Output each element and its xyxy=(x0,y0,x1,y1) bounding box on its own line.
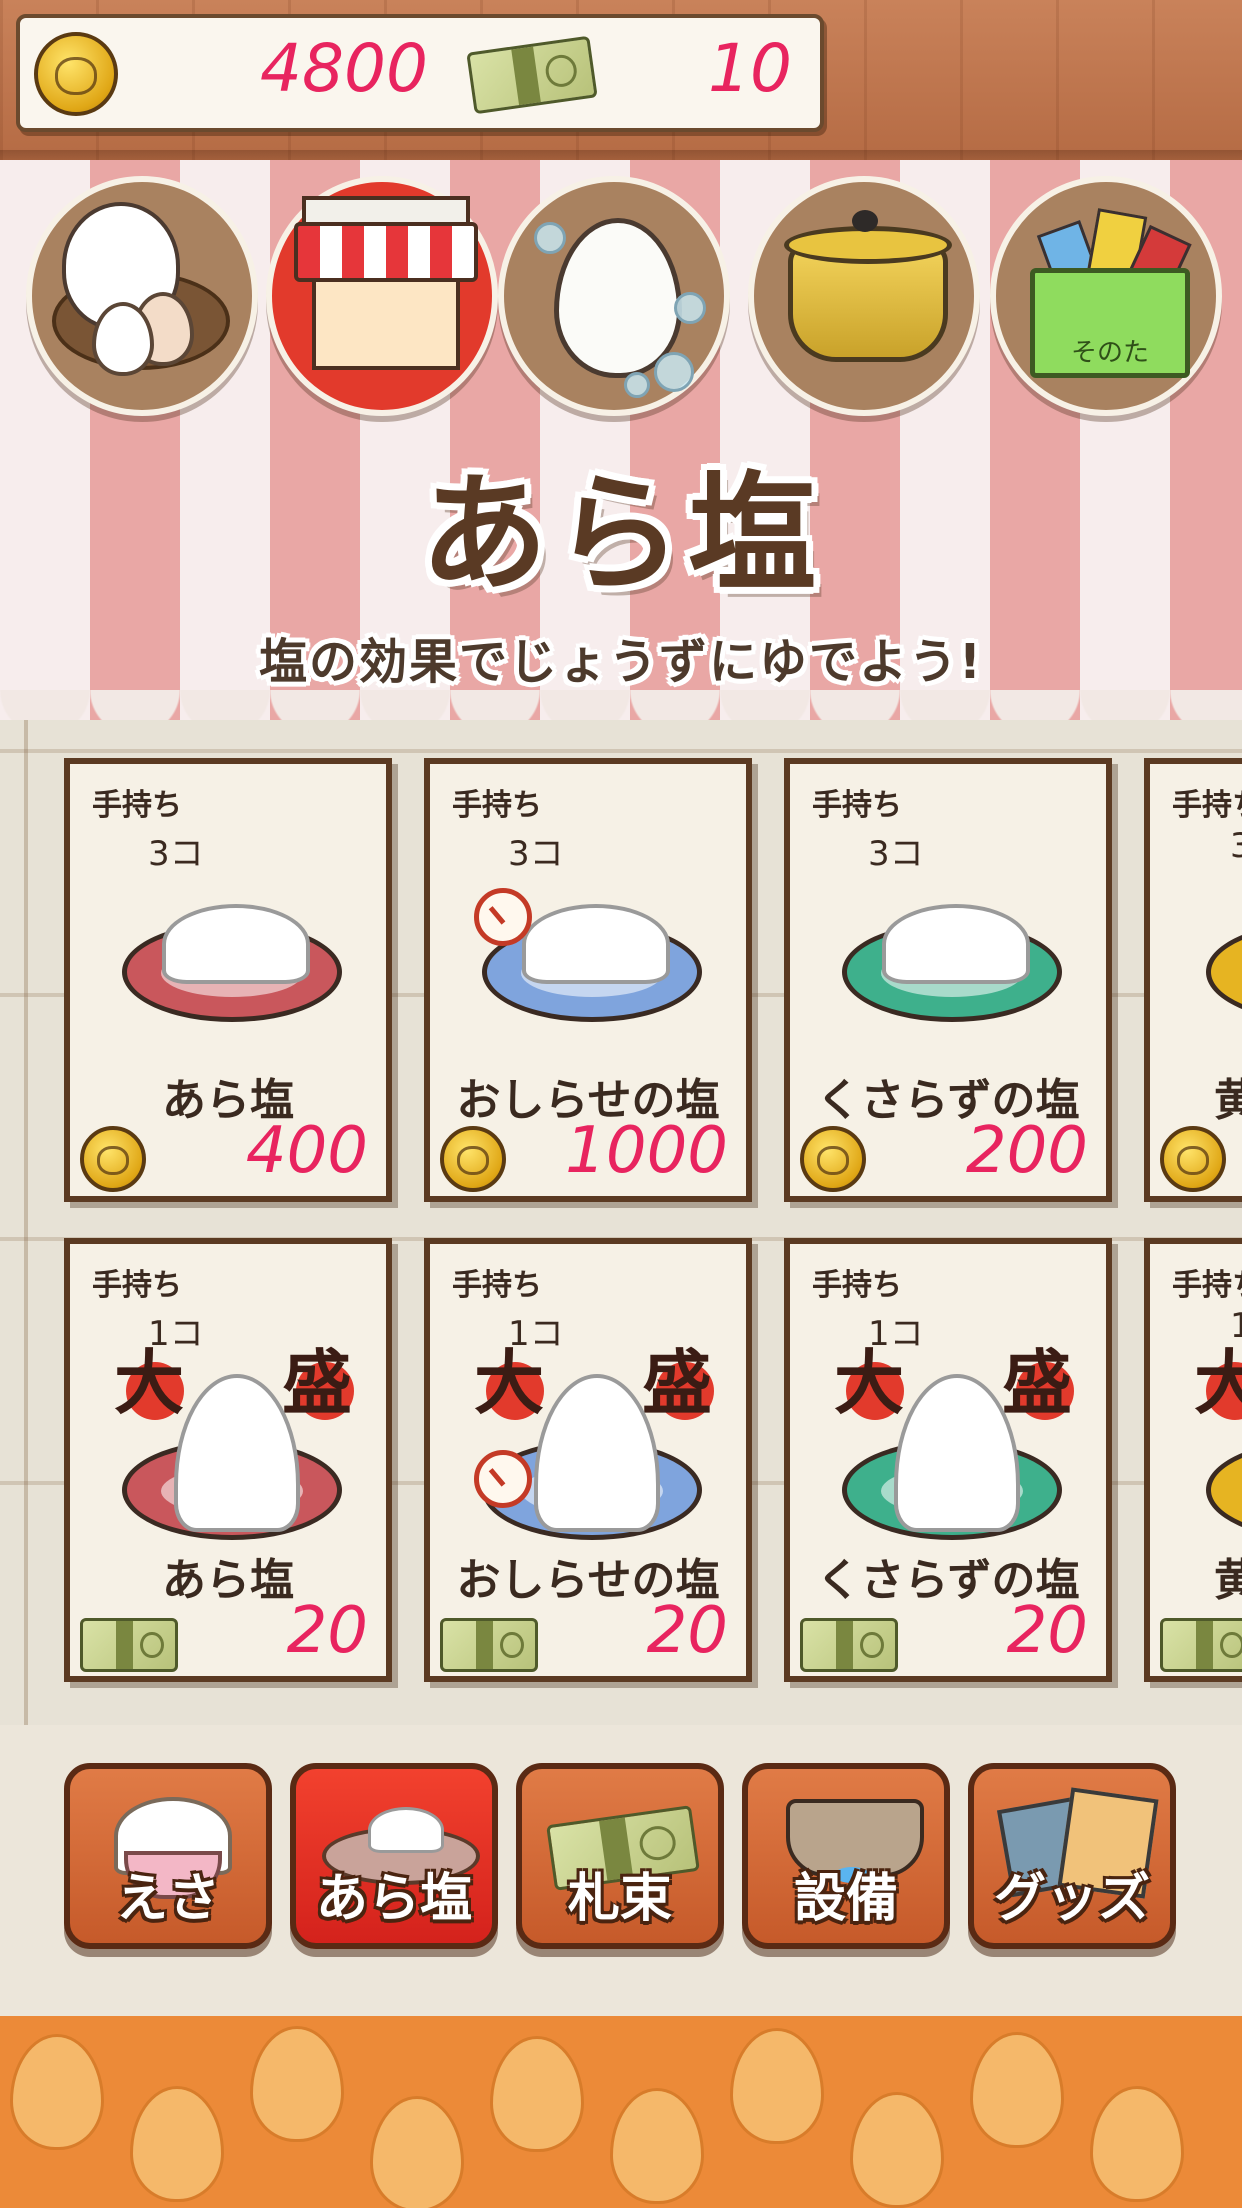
stock-count: 3 xyxy=(1230,826,1242,866)
coin-icon xyxy=(800,1126,866,1192)
stock-count: 1 xyxy=(1230,1306,1242,1346)
item-card[interactable]: 手持ち 1コ 大 盛 おしらせの塩 20 xyxy=(424,1238,752,1682)
stock-label: 手持ち xyxy=(812,1268,902,1303)
alarm-clock-icon xyxy=(474,1450,532,1508)
tab-equipment[interactable]: 設備 xyxy=(742,1763,950,1949)
coin-icon xyxy=(34,32,118,116)
category-shop[interactable] xyxy=(266,176,498,416)
stock-label: 手持ち xyxy=(92,1268,182,1303)
item-card[interactable]: 手持ち 1コ 大 盛 くさらずの塩 20 xyxy=(784,1238,1112,1682)
coin-icon xyxy=(440,1126,506,1192)
large-badge: 大 xyxy=(834,1342,904,1424)
category-hens[interactable] xyxy=(26,176,258,416)
tab-goods[interactable]: グッズ xyxy=(968,1763,1176,1949)
page-title: あら塩 xyxy=(419,460,822,609)
salt-pile-icon xyxy=(522,904,670,984)
tab-label: 設備 xyxy=(793,1869,898,1929)
coin-count: 4800 xyxy=(260,30,428,107)
item-price: 20 xyxy=(1006,1594,1088,1668)
item-card-partial[interactable]: 手持ち 3 黄 xyxy=(1144,758,1242,1202)
large-badge: 盛 xyxy=(1002,1342,1072,1424)
large-badge: 盛 xyxy=(282,1342,352,1424)
item-name: 黄 xyxy=(1214,1555,1242,1606)
coin-icon xyxy=(80,1126,146,1192)
stock-label: 手持ち xyxy=(1172,788,1242,823)
stock-label: 手持ち xyxy=(1172,1268,1242,1303)
salt-pile-icon xyxy=(162,904,310,984)
item-name: 黄 xyxy=(1214,1075,1242,1126)
item-card[interactable]: 手持ち 3コ くさらずの塩 200 xyxy=(784,758,1112,1202)
tab-salt[interactable]: あら塩 xyxy=(290,1763,498,1949)
page-subtitle: 塩の効果でじょうずにゆでよう! xyxy=(259,634,983,690)
stock-label: 手持ち xyxy=(92,788,182,823)
tab-feed[interactable]: えさ xyxy=(64,1763,272,1949)
tab-label: 札束 xyxy=(567,1869,672,1929)
bill-count: 10 xyxy=(708,30,792,107)
stock-count: 3コ xyxy=(148,834,204,874)
large-badge: 大 xyxy=(114,1342,184,1424)
category-pot[interactable] xyxy=(748,176,980,416)
item-price: 20 xyxy=(286,1594,368,1668)
item-price: 1000 xyxy=(565,1114,728,1188)
item-price: 200 xyxy=(965,1114,1088,1188)
stock-count: 3コ xyxy=(868,834,924,874)
salt-plate-icon xyxy=(1206,922,1242,1022)
tab-cash[interactable]: 札束 xyxy=(516,1763,724,1949)
stock-count: 3コ xyxy=(508,834,564,874)
tab-label: えさ xyxy=(115,1869,220,1929)
bill-stack-icon xyxy=(466,35,598,115)
category-other-label: そのた xyxy=(1070,338,1149,368)
item-price: 20 xyxy=(646,1594,728,1668)
stock-label: 手持ち xyxy=(812,788,902,823)
item-card-partial[interactable]: 手持ち 1 大 黄 xyxy=(1144,1238,1242,1682)
tab-label: あら塩 xyxy=(315,1869,472,1929)
bill-stack-icon xyxy=(440,1618,538,1672)
footer-pattern xyxy=(0,2016,1242,2208)
stock-label: 手持ち xyxy=(452,1268,542,1303)
category-other[interactable]: そのた xyxy=(990,176,1222,416)
bill-stack-icon xyxy=(1160,1618,1242,1672)
salt-plate-icon xyxy=(1206,1440,1242,1540)
item-card[interactable]: 手持ち 3コ おしらせの塩 1000 xyxy=(424,758,752,1202)
category-boil[interactable] xyxy=(498,176,730,416)
bill-stack-icon xyxy=(800,1618,898,1672)
bill-stack-icon xyxy=(80,1618,178,1672)
stock-label: 手持ち xyxy=(452,788,542,823)
currency-bar: 4800 10 xyxy=(16,14,824,132)
salt-pile-icon xyxy=(882,904,1030,984)
alarm-clock-icon xyxy=(474,888,532,946)
item-card[interactable]: 手持ち 3コ あら塩 400 xyxy=(64,758,392,1202)
large-badge: 大 xyxy=(1194,1342,1242,1424)
item-card[interactable]: 手持ち 1コ 大 盛 あら塩 20 xyxy=(64,1238,392,1682)
large-badge: 盛 xyxy=(642,1342,712,1424)
item-price: 400 xyxy=(245,1114,368,1188)
large-badge: 大 xyxy=(474,1342,544,1424)
game-screen: 4800 10 そのた あら塩 塩の効果でじょうずにゆでよう! 手持ち 3コ あ… xyxy=(0,0,1242,2208)
tab-label: グッズ xyxy=(993,1869,1150,1929)
coin-icon xyxy=(1160,1126,1226,1192)
